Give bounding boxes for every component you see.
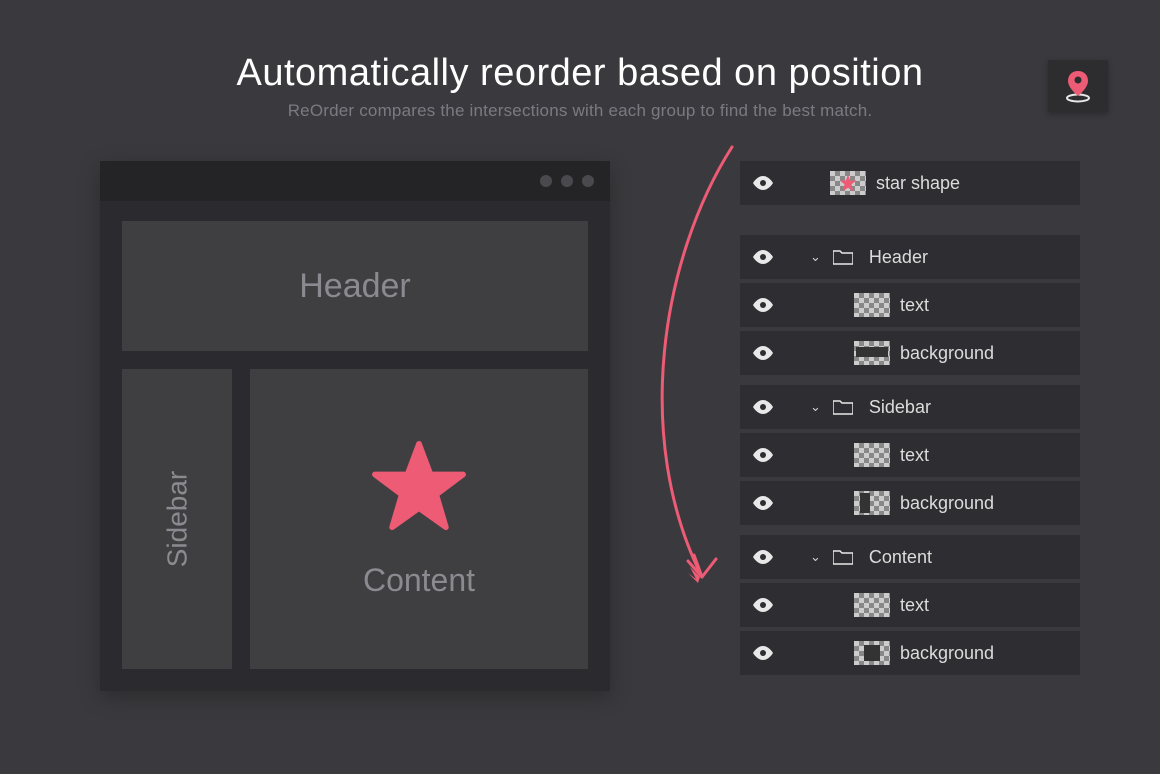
- visibility-toggle[interactable]: [750, 250, 776, 264]
- chevron-down-icon[interactable]: ⌄: [810, 549, 821, 565]
- visibility-toggle[interactable]: [750, 496, 776, 510]
- layer-label: star shape: [876, 173, 960, 194]
- window-dot: [540, 175, 552, 187]
- layer-row-background[interactable]: background: [740, 331, 1080, 375]
- layer-thumbnail: [854, 443, 890, 467]
- layer-label: text: [900, 295, 929, 316]
- layer-group-label: Content: [869, 547, 932, 568]
- layer-group-header[interactable]: ⌄ Header: [740, 235, 1080, 279]
- folder-icon: [833, 249, 853, 265]
- page-subtitle: ReOrder compares the intersections with …: [0, 101, 1160, 121]
- window-controls: [100, 161, 610, 201]
- layer-row-text[interactable]: text: [740, 433, 1080, 477]
- visibility-toggle[interactable]: [750, 176, 776, 190]
- pin-icon: [1063, 69, 1093, 103]
- layer-group-label: Header: [869, 247, 928, 268]
- page-mockup: Header Sidebar Content: [100, 161, 610, 691]
- window-dot: [582, 175, 594, 187]
- layer-thumbnail: [854, 293, 890, 317]
- layer-row-background[interactable]: background: [740, 631, 1080, 675]
- layer-thumbnail: [830, 171, 866, 195]
- layer-label: background: [900, 493, 994, 514]
- layer-row-background[interactable]: background: [740, 481, 1080, 525]
- folder-icon: [833, 549, 853, 565]
- mockup-content-label: Content: [363, 562, 475, 599]
- chevron-down-icon[interactable]: ⌄: [810, 399, 821, 415]
- layer-row-text[interactable]: text: [740, 283, 1080, 327]
- plugin-badge: [1048, 60, 1108, 112]
- layer-thumbnail: [854, 341, 890, 365]
- layer-thumbnail: [854, 593, 890, 617]
- arrow-indicator: [602, 137, 752, 607]
- mockup-content-region: Content: [250, 369, 588, 669]
- mockup-sidebar-region: Sidebar: [122, 369, 232, 669]
- layer-label: background: [900, 343, 994, 364]
- mockup-header-region: Header: [122, 221, 588, 351]
- visibility-toggle[interactable]: [750, 550, 776, 564]
- layer-label: text: [900, 595, 929, 616]
- visibility-toggle[interactable]: [750, 400, 776, 414]
- layer-thumbnail: [854, 491, 890, 515]
- chevron-down-icon[interactable]: ⌄: [810, 249, 821, 265]
- visibility-toggle[interactable]: [750, 298, 776, 312]
- page-title: Automatically reorder based on position: [0, 52, 1160, 95]
- visibility-toggle[interactable]: [750, 598, 776, 612]
- layer-label: text: [900, 445, 929, 466]
- visibility-toggle[interactable]: [750, 448, 776, 462]
- layers-panel: star shape ⌄ Header text background: [740, 161, 1080, 691]
- layer-row-text[interactable]: text: [740, 583, 1080, 627]
- layer-group-sidebar[interactable]: ⌄ Sidebar: [740, 385, 1080, 429]
- star-icon: [371, 440, 467, 532]
- folder-icon: [833, 399, 853, 415]
- layer-group-content[interactable]: ⌄ Content: [740, 535, 1080, 579]
- visibility-toggle[interactable]: [750, 646, 776, 660]
- layer-group-label: Sidebar: [869, 397, 931, 418]
- mockup-header-label: Header: [299, 267, 411, 306]
- visibility-toggle[interactable]: [750, 346, 776, 360]
- layer-row-star[interactable]: star shape: [740, 161, 1080, 205]
- layer-thumbnail: [854, 641, 890, 665]
- window-dot: [561, 175, 573, 187]
- mockup-sidebar-label: Sidebar: [161, 471, 193, 568]
- layer-label: background: [900, 643, 994, 664]
